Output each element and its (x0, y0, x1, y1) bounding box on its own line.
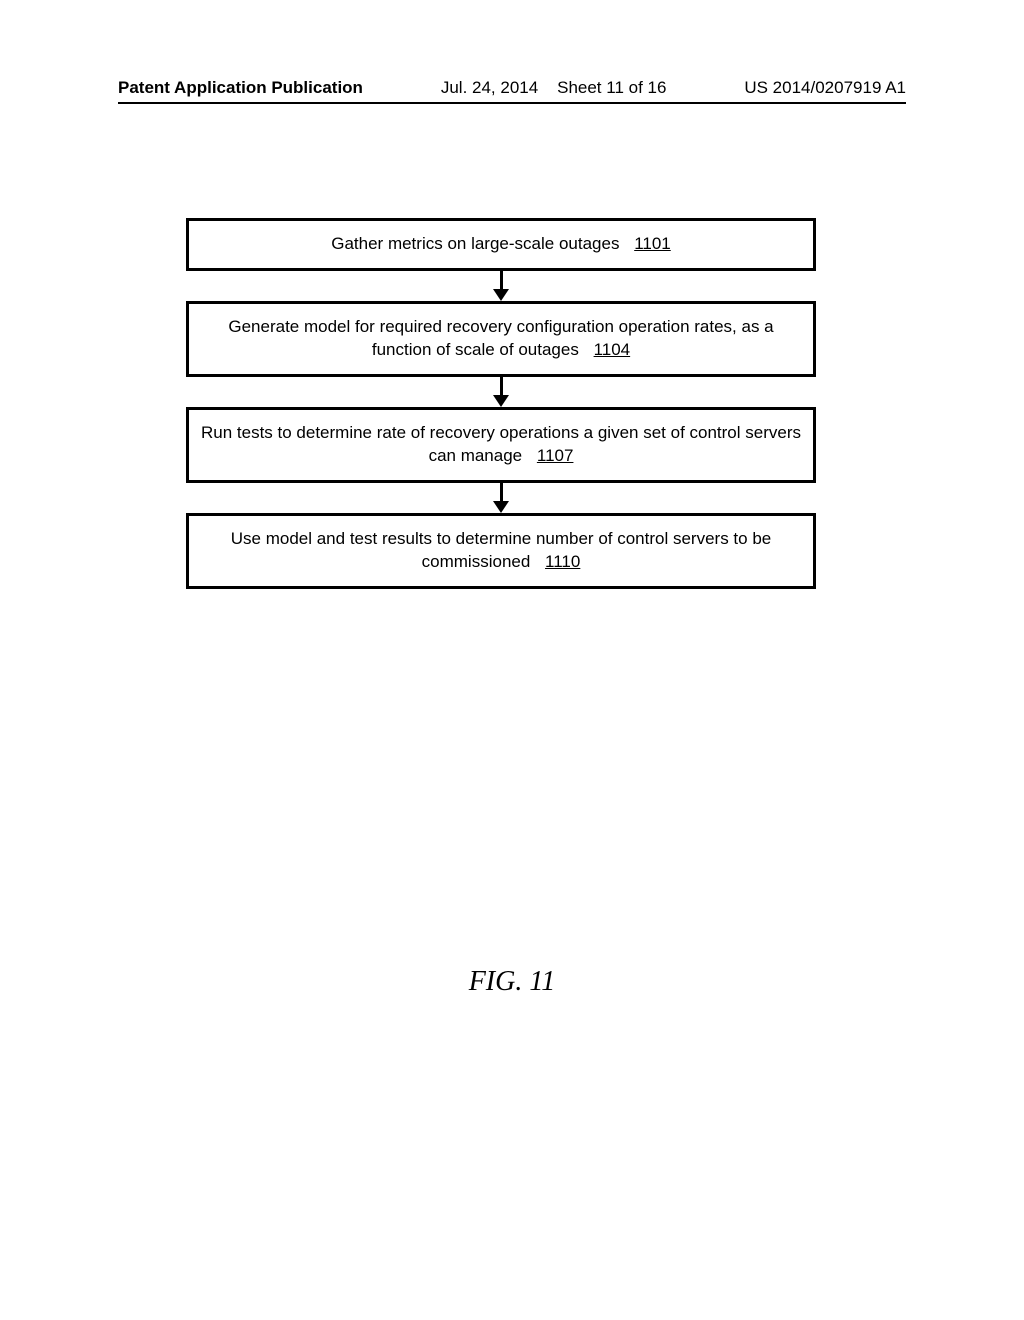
header-row: Patent Application Publication Jul. 24, … (118, 78, 906, 98)
flow-step-4-ref: 1110 (545, 552, 580, 571)
figure-label: FIG. 11 (0, 966, 1024, 998)
arrow-head-icon (493, 501, 509, 513)
arrow-shaft-icon (500, 483, 503, 501)
arrow-head-icon (493, 289, 509, 301)
arrow-2-3 (186, 377, 816, 407)
flow-step-1: Gather metrics on large-scale outages 11… (186, 218, 816, 271)
arrow-1-2 (186, 271, 816, 301)
flow-step-3: Run tests to determine rate of recovery … (186, 407, 816, 483)
flow-step-4: Use model and test results to determine … (186, 513, 816, 589)
header-divider (118, 102, 906, 104)
flowchart: Gather metrics on large-scale outages 11… (186, 218, 816, 589)
flow-step-1-ref: 1101 (634, 234, 671, 253)
header-center: Jul. 24, 2014 Sheet 11 of 16 (441, 78, 667, 98)
page: Patent Application Publication Jul. 24, … (0, 0, 1024, 1320)
header-sheet: Sheet 11 of 16 (557, 78, 666, 97)
flow-step-4-text: Use model and test results to determine … (231, 529, 771, 571)
arrow-head-icon (493, 395, 509, 407)
flow-step-1-text: Gather metrics on large-scale outages (331, 234, 619, 253)
flow-step-2-text: Generate model for required recovery con… (228, 317, 773, 359)
flow-step-3-text: Run tests to determine rate of recovery … (201, 423, 801, 465)
header-pub-number: US 2014/0207919 A1 (744, 78, 906, 98)
arrow-shaft-icon (500, 377, 503, 395)
arrow-shaft-icon (500, 271, 503, 289)
flow-step-2: Generate model for required recovery con… (186, 301, 816, 377)
header-date: Jul. 24, 2014 (441, 78, 538, 97)
arrow-3-4 (186, 483, 816, 513)
flow-step-2-ref: 1104 (594, 340, 631, 359)
header-publication-type: Patent Application Publication (118, 78, 363, 98)
flow-step-3-ref: 1107 (537, 446, 574, 465)
